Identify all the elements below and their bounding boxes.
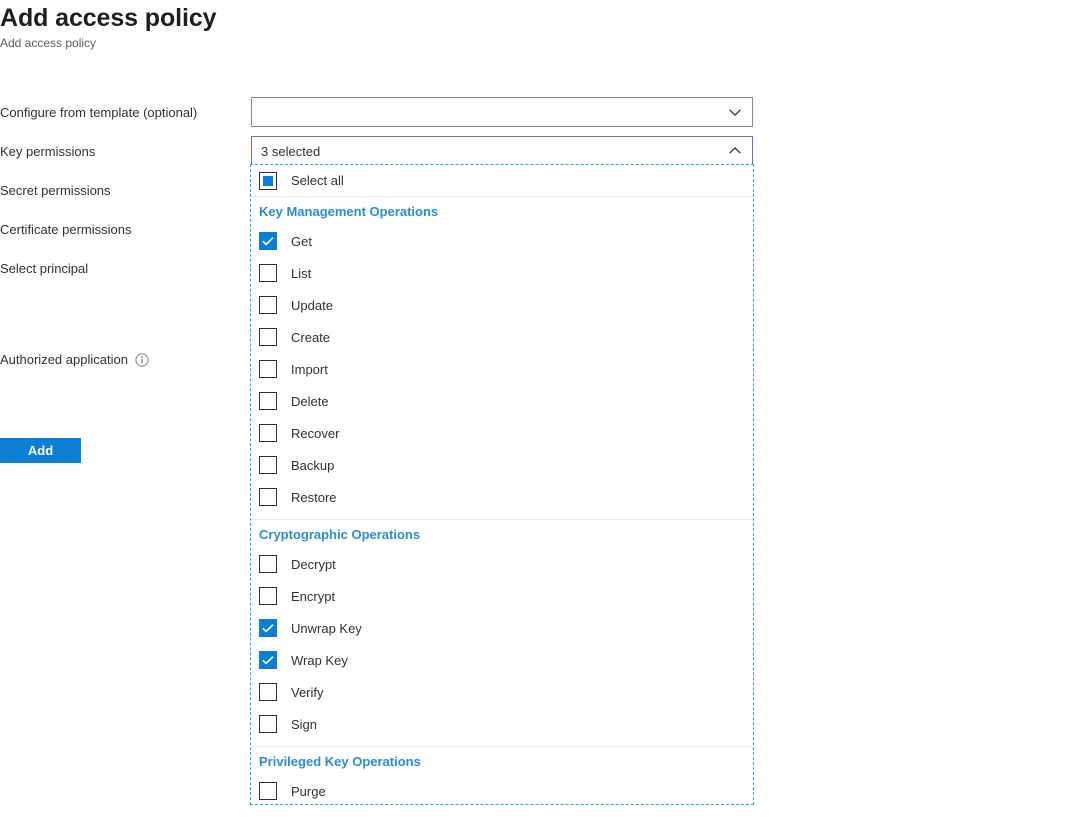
key-permissions-select[interactable]: 3 selected xyxy=(251,136,753,166)
option-row[interactable]: Recover xyxy=(251,417,753,449)
option-row[interactable]: Decrypt xyxy=(251,548,753,580)
option-row[interactable]: Wrap Key xyxy=(251,644,753,676)
checkbox-option[interactable] xyxy=(259,587,277,605)
option-label: Verify xyxy=(291,685,324,700)
checkbox-option[interactable] xyxy=(259,456,277,474)
label-secret-permissions: Secret permissions xyxy=(0,183,111,198)
option-row[interactable]: Get xyxy=(251,225,753,257)
checkbox-option[interactable] xyxy=(259,683,277,701)
option-row[interactable]: Create xyxy=(251,321,753,353)
option-label: Purge xyxy=(291,784,326,799)
page-title: Add access policy xyxy=(0,4,216,33)
label-certificate-permissions: Certificate permissions xyxy=(0,222,132,237)
option-label: Update xyxy=(291,298,333,313)
option-row[interactable]: Import xyxy=(251,353,753,385)
option-label: Encrypt xyxy=(291,589,335,604)
option-label: Restore xyxy=(291,490,337,505)
label-key-permissions: Key permissions xyxy=(0,144,95,159)
checkbox-option[interactable] xyxy=(259,232,277,250)
option-row[interactable]: Sign xyxy=(251,708,753,740)
key-permissions-dropdown-panel[interactable]: Select all Key Management Operations Get L… xyxy=(250,164,754,805)
option-label: Recover xyxy=(291,426,339,441)
option-label: Delete xyxy=(291,394,329,409)
permission-groups: Key Management Operations Get List Update Cr… xyxy=(251,197,753,805)
option-label: List xyxy=(291,266,311,281)
info-icon[interactable] xyxy=(135,353,149,367)
permission-group-header: Privileged Key Operations xyxy=(251,747,753,775)
configure-from-template-select[interactable] xyxy=(251,97,753,127)
option-row[interactable]: Purge xyxy=(251,775,753,805)
option-select-all[interactable]: Select all xyxy=(251,165,753,196)
option-label: Backup xyxy=(291,458,334,473)
checkbox-option[interactable] xyxy=(259,715,277,733)
key-permissions-value: 3 selected xyxy=(261,144,728,159)
permission-group-header: Cryptographic Operations xyxy=(251,520,753,548)
option-row[interactable]: Restore xyxy=(251,481,753,513)
checkbox-option[interactable] xyxy=(259,424,277,442)
option-row[interactable]: List xyxy=(251,257,753,289)
label-authorized-application-row: Authorized application xyxy=(0,352,149,367)
chevron-up-icon xyxy=(728,144,742,158)
option-label: Create xyxy=(291,330,330,345)
page-subtitle: Add access policy xyxy=(0,36,96,50)
checkbox-option[interactable] xyxy=(259,782,277,800)
label-authorized-application: Authorized application xyxy=(0,352,128,367)
option-row[interactable]: Backup xyxy=(251,449,753,481)
checkbox-option[interactable] xyxy=(259,360,277,378)
checkbox-option[interactable] xyxy=(259,392,277,410)
checkbox-option[interactable] xyxy=(259,651,277,669)
chevron-down-icon xyxy=(728,105,742,119)
option-row[interactable]: Encrypt xyxy=(251,580,753,612)
checkbox-option[interactable] xyxy=(259,488,277,506)
checkbox-option[interactable] xyxy=(259,619,277,637)
option-label: Unwrap Key xyxy=(291,621,362,636)
option-label: Get xyxy=(291,234,312,249)
option-row[interactable]: Delete xyxy=(251,385,753,417)
checkbox-select-all[interactable] xyxy=(259,172,277,190)
checkbox-option[interactable] xyxy=(259,296,277,314)
checkbox-option[interactable] xyxy=(259,264,277,282)
checkbox-option[interactable] xyxy=(259,328,277,346)
option-row[interactable]: Verify xyxy=(251,676,753,708)
option-label: Import xyxy=(291,362,328,377)
option-label: Sign xyxy=(291,717,317,732)
option-row[interactable]: Update xyxy=(251,289,753,321)
option-label-select-all: Select all xyxy=(291,173,344,188)
option-label: Wrap Key xyxy=(291,653,348,668)
add-button[interactable]: Add xyxy=(0,438,81,463)
option-row[interactable]: Unwrap Key xyxy=(251,612,753,644)
label-configure-from-template: Configure from template (optional) xyxy=(0,105,197,120)
option-label: Decrypt xyxy=(291,557,336,572)
label-select-principal: Select principal xyxy=(0,261,88,276)
checkbox-option[interactable] xyxy=(259,555,277,573)
permission-group-header: Key Management Operations xyxy=(251,197,753,225)
